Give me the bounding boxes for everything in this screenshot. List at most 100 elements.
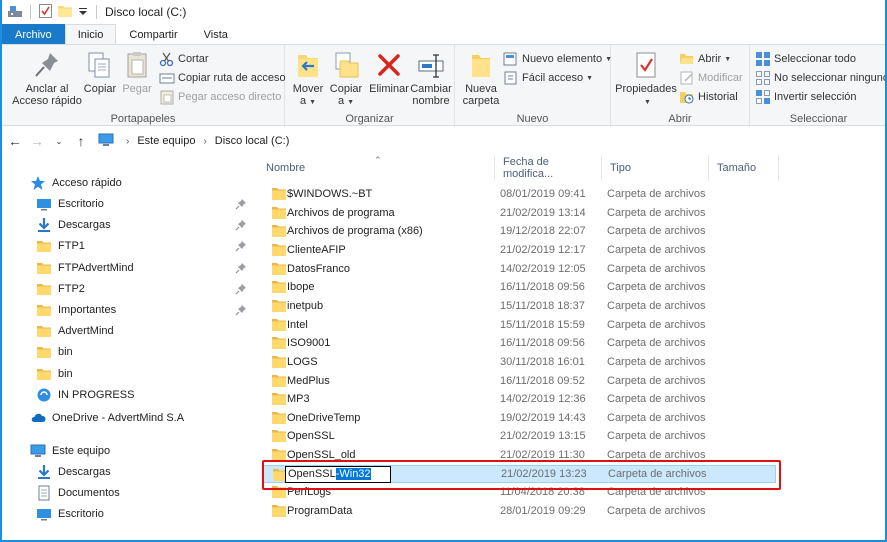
file-name: inetpub (287, 299, 324, 312)
explorer-app-icon[interactable] (8, 5, 22, 20)
paste-button[interactable]: Pegar (120, 49, 154, 95)
copy-path-button[interactable]: Copiar ruta de acceso (159, 69, 286, 87)
select-none-button[interactable]: No seleccionar ninguno (755, 69, 885, 87)
tab-inicio[interactable]: Inicio (64, 24, 117, 44)
folder-icon (36, 238, 52, 254)
pin-icon[interactable] (235, 262, 247, 274)
table-row[interactable]: $WINDOWS.~BT 08/01/2019 09:41 Carpeta de a… (262, 185, 776, 203)
sidebar-item-quick-access[interactable]: Acceso rápido (30, 173, 122, 193)
sidebar-item-onedrive[interactable]: OneDrive - AdvertMind S.A (30, 408, 184, 428)
table-row[interactable]: Archivos de programa (x86) 19/12/2018 22:… (262, 222, 776, 240)
invert-selection-button[interactable]: Invertir selección (755, 88, 857, 106)
sidebar-item-this-pc[interactable]: Este equipo (30, 441, 110, 461)
sidebar-item-7[interactable]: bin (36, 342, 73, 362)
column-header-size[interactable]: Tamaño (709, 155, 779, 181)
sidebar-item-0[interactable]: Escritorio (36, 194, 104, 214)
paste-shortcut-button[interactable]: Pegar acceso directo (159, 88, 281, 106)
sidebar-item-pc-1[interactable]: Documentos (36, 483, 120, 503)
file-date: 08/01/2019 09:41 (500, 188, 586, 200)
file-name: MedPlus (287, 374, 330, 387)
table-row[interactable]: LOGS 30/11/2018 16:01 Carpeta de archivos (262, 353, 776, 371)
table-row[interactable]: MP3 14/02/2019 12:36 Carpeta de archivos (262, 390, 776, 408)
chevron-down-icon: ▼ (309, 99, 317, 106)
address-bar[interactable]: › Este equipo › Disco local (C:) (98, 130, 884, 152)
customize-quick-access-icon[interactable] (78, 5, 88, 20)
column-header-type[interactable]: Tipo (602, 155, 709, 181)
pin-icon[interactable] (235, 219, 247, 231)
easy-access-icon (503, 70, 519, 86)
history-label: Historial (698, 91, 738, 103)
table-row[interactable]: ProgramData 28/01/2019 09:29 Carpeta de ar… (262, 502, 776, 520)
tab-compartir[interactable]: Compartir (116, 24, 190, 44)
copy-to-label-1: Copiar (329, 83, 363, 95)
pin-icon[interactable] (235, 304, 247, 316)
easy-access-button[interactable]: Fácil acceso ▼ (503, 69, 593, 87)
sidebar-item-4[interactable]: FTP2 (36, 279, 85, 299)
move-to-button[interactable]: Mover a ▼ (289, 49, 327, 109)
table-row[interactable]: inetpub 15/11/2018 18:37 Carpeta de archiv… (262, 297, 776, 315)
new-item-button[interactable]: Nuevo elemento ▼ (503, 50, 612, 68)
table-row[interactable]: ClienteAFIP 21/02/2019 12:17 Carpeta de ar… (262, 241, 776, 259)
pin-quick-access-button[interactable]: Anclar al Acceso rápido (12, 49, 82, 107)
sidebar-item-this-pc-label: Este equipo (52, 445, 111, 457)
recent-locations-chevron-icon[interactable]: ⌄ (50, 137, 68, 146)
sidebar-item-pc-0[interactable]: Descargas (36, 462, 111, 482)
breadcrumb-separator-icon[interactable]: › (203, 136, 206, 147)
new-folder-quick-icon[interactable] (58, 5, 72, 20)
back-arrow-icon[interactable]: ← (6, 133, 24, 149)
sidebar-item-5[interactable]: Importantes (36, 300, 116, 320)
table-row[interactable]: DatosFranco 14/02/2019 12:05 Carpeta de ar… (262, 260, 776, 278)
group-label-seleccionar: Seleccionar (789, 113, 848, 125)
table-row[interactable]: OneDriveTemp 19/02/2019 14:43 Carpeta de a… (262, 409, 776, 427)
tab-vista[interactable]: Vista (191, 24, 241, 44)
pin-icon[interactable] (235, 240, 247, 252)
breadcrumb-local-disk[interactable]: Disco local (C:) (215, 135, 290, 147)
up-arrow-icon[interactable]: ↑ (72, 133, 90, 149)
table-row[interactable]: OpenSSL 21/02/2019 13:15 Carpeta de archiv… (262, 427, 776, 445)
sidebar-item-5-label: Importantes (58, 304, 117, 316)
breadcrumb-this-pc[interactable]: Este equipo (137, 135, 195, 147)
table-row[interactable]: ISO9001 16/11/2018 09:56 Carpeta de archiv… (262, 334, 776, 352)
column-header-name[interactable]: Nombre (258, 155, 495, 181)
ribbon: Anclar al Acceso rápido Copiar Pegar Cor… (2, 44, 885, 127)
properties-button[interactable]: Propiedades ▼ (615, 49, 677, 109)
copy-to-button[interactable]: Copiar a ▼ (327, 49, 365, 109)
history-button[interactable]: Historial (679, 88, 738, 106)
file-type: Carpeta de archivos (607, 430, 706, 443)
group-label-abrir: Abrir (668, 113, 692, 125)
pin-icon[interactable] (235, 283, 247, 295)
forward-arrow-icon[interactable]: → (28, 133, 46, 149)
sidebar-item-2[interactable]: FTP1 (36, 236, 85, 256)
sidebar-item-pc-1-label: Documentos (58, 487, 120, 499)
table-row[interactable]: Intel 15/11/2018 15:59 Carpeta de archivos (262, 316, 776, 334)
column-header-date[interactable]: Fecha de modifica... (495, 155, 602, 181)
sidebar-item-9[interactable]: IN PROGRESS (36, 385, 134, 405)
group-label-portapapeles: Portapapeles (110, 113, 176, 125)
file-date: 19/12/2018 22:07 (500, 225, 586, 238)
rename-button[interactable]: Cambiar nombre (409, 49, 453, 107)
file-name: ISO9001 (287, 337, 331, 350)
file-type: Carpeta de archivos (607, 411, 706, 424)
copy-button[interactable]: Copiar (82, 49, 118, 95)
pin-icon[interactable] (235, 198, 247, 210)
tab-archivo[interactable]: Archivo (2, 24, 65, 44)
sidebar-item-quick-access-label: Acceso rápido (52, 177, 122, 189)
table-row[interactable]: Archivos de programa 21/02/2019 13:14 Carp… (262, 204, 776, 222)
navigation-pane: Acceso rápido Escritorio Descargas FTP1 FTPA… (2, 155, 258, 540)
edit-button[interactable]: Modificar (679, 69, 743, 87)
breadcrumb-separator-icon[interactable]: › (126, 136, 129, 147)
sidebar-item-3[interactable]: FTPAdvertMind (36, 258, 134, 278)
select-all-button[interactable]: Seleccionar todo (755, 50, 856, 68)
properties-quick-icon[interactable] (39, 3, 52, 21)
sidebar-item-1[interactable]: Descargas (36, 215, 111, 235)
open-button[interactable]: Abrir ▼ (679, 50, 731, 68)
sidebar-item-6[interactable]: AdvertMind (36, 321, 114, 341)
cut-button[interactable]: Cortar (159, 50, 209, 68)
new-folder-button[interactable]: Nueva carpeta (459, 49, 503, 107)
sidebar-item-pc-2-label: Escritorio (58, 508, 104, 520)
delete-button[interactable]: Eliminar (369, 49, 409, 95)
sidebar-item-8[interactable]: bin (36, 364, 73, 384)
table-row[interactable]: Ibope 16/11/2018 09:56 Carpeta de archivos (262, 278, 776, 296)
sidebar-item-pc-2[interactable]: Escritorio (36, 504, 104, 524)
table-row[interactable]: MedPlus 16/11/2018 09:52 Carpeta de archiv… (262, 372, 776, 390)
